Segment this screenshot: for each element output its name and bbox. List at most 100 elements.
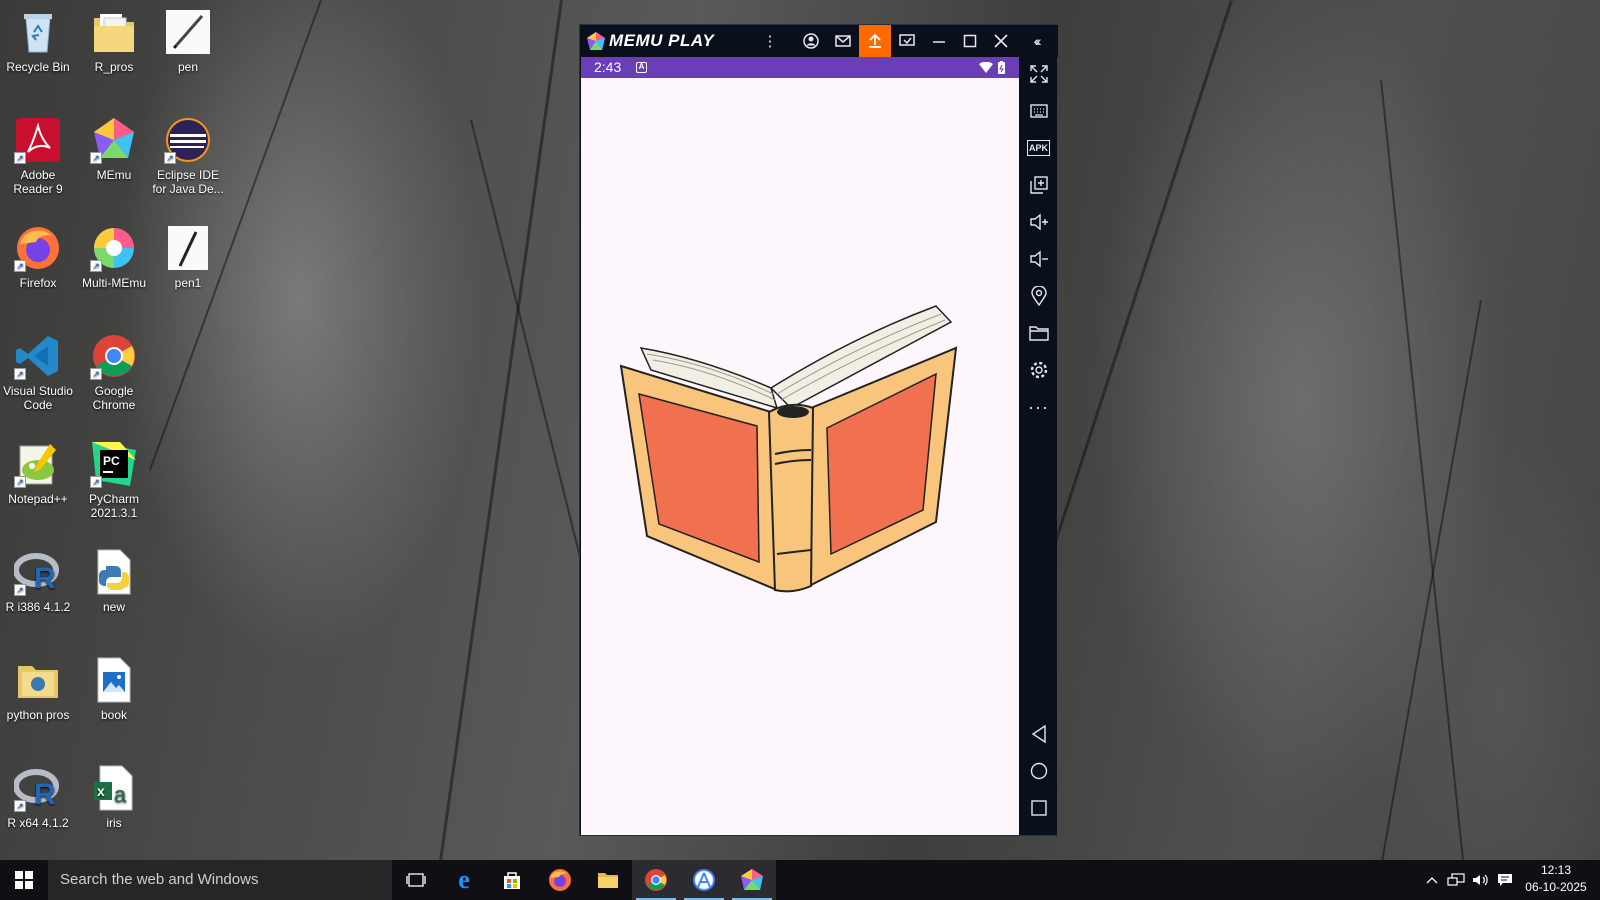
desktop-icon-recycle-bin[interactable]: Recycle Bin [2, 2, 74, 100]
memu-icon: ↗ [90, 116, 138, 164]
desktop-icon-r-i386[interactable]: R ↗ R i386 4.1.2 [2, 542, 74, 640]
image-file-icon [90, 656, 138, 704]
pycharm-icon: PC ↗ [90, 440, 138, 488]
svg-text:x: x [97, 783, 105, 799]
desktop-icon-eclipse[interactable]: ↗ Eclipse IDE for Java De... [152, 110, 224, 208]
excel-file-icon: xa [90, 764, 138, 812]
desktop-icon-new[interactable]: new [78, 542, 150, 640]
memu-icon[interactable] [728, 860, 776, 900]
adobe-reader-icon: ↗ [14, 116, 62, 164]
desktop-icon-label: python pros [6, 708, 70, 722]
folder-icon [90, 8, 138, 56]
clock-date: 06-10-2025 [1525, 880, 1587, 894]
desktop-icon-r-x64[interactable]: R ↗ R x64 4.1.2 [2, 758, 74, 856]
image-file-icon [164, 224, 212, 272]
upload-icon[interactable] [859, 25, 891, 57]
wallpaper-crack [434, 0, 563, 892]
desktop-icon-book[interactable]: book [78, 650, 150, 748]
desktop-icon-pen[interactable]: pen [152, 2, 224, 100]
windows-taskbar: Search the web and Windows e 12:13 06-10… [0, 860, 1600, 900]
r-icon: R ↗ [13, 764, 62, 812]
desktop-icon-multi-memu[interactable]: ↗ Multi-MEmu [78, 218, 150, 316]
android-studio-icon[interactable] [680, 860, 728, 900]
multi-window-icon[interactable] [1020, 168, 1057, 202]
action-center-icon[interactable] [1494, 860, 1516, 900]
minimize-icon[interactable] [923, 25, 955, 57]
location-icon[interactable] [1020, 279, 1057, 313]
taskbar-clock[interactable]: 12:13 06-10-2025 [1514, 862, 1598, 896]
fullscreen-icon[interactable] [1020, 57, 1057, 91]
desktop-icon-label: Firefox [19, 276, 57, 290]
store-icon[interactable] [488, 860, 536, 900]
r-icon: R ↗ [13, 548, 62, 596]
screen-record-icon[interactable] [891, 25, 923, 57]
show-hidden-icons-icon[interactable] [1421, 860, 1443, 900]
desktop-icon-memu[interactable]: ↗ MEmu [78, 110, 150, 208]
android-statusbar: 2:43 A [581, 57, 1019, 78]
desktop-icon-label: Visual Studio Code [3, 384, 73, 412]
edge-icon[interactable]: e [440, 860, 488, 900]
volume-up-icon[interactable] [1020, 205, 1057, 239]
account-icon[interactable] [795, 25, 827, 57]
desktop-icon-label: PyCharm 2021.3.1 [88, 492, 139, 520]
notepadpp-icon: ↗ [14, 440, 62, 488]
apk-icon[interactable]: APK [1020, 131, 1057, 165]
android-app-screen[interactable] [581, 78, 1019, 835]
desktop-icon-pen1[interactable]: pen1 [152, 218, 224, 316]
maximize-icon[interactable] [954, 25, 986, 57]
firefox-icon: ↗ [14, 224, 62, 272]
collapse-sidebar-icon[interactable]: ‹‹‹ [1020, 25, 1052, 57]
svg-text:R: R [34, 778, 56, 811]
desktop-icon-firefox[interactable]: ↗ Firefox [2, 218, 74, 316]
firefox-icon[interactable] [536, 860, 584, 900]
python-file-icon [90, 548, 138, 596]
desktop-icon-google-chrome[interactable]: ↗ Google Chrome [78, 326, 150, 424]
windows-logo-icon [15, 871, 33, 889]
more-icon[interactable]: ··· [1020, 390, 1057, 424]
desktop-icon-r-pros[interactable]: R_pros [78, 2, 150, 100]
open-book-illustration [619, 305, 958, 593]
chrome-icon[interactable] [632, 860, 680, 900]
memu-logo: MEMU PLAY [586, 31, 714, 51]
desktop-icon-iris[interactable]: xa iris [78, 758, 150, 856]
wallpaper-crack [1375, 300, 1482, 892]
wallpaper-crack [1044, 0, 1233, 572]
desktop-icon-label: pen [177, 60, 199, 74]
mail-icon[interactable] [827, 25, 859, 57]
emulator-titlebar[interactable]: MEMU PLAY ⋮ ‹‹‹ [580, 25, 1058, 57]
desktop-icon-label: R i386 4.1.2 [5, 600, 71, 614]
home-icon[interactable] [1020, 754, 1057, 788]
folder-icon[interactable] [1020, 316, 1057, 350]
desktop-icon-python-pros[interactable]: python pros [2, 650, 74, 748]
desktop-icon-label: Google Chrome [92, 384, 136, 412]
recents-icon[interactable] [1020, 791, 1057, 825]
start-button[interactable] [0, 860, 48, 900]
desktop-icon-adobe-reader[interactable]: ↗ Adobe Reader 9 [2, 110, 74, 208]
desktop-icon-pycharm[interactable]: PC ↗ PyCharm 2021.3.1 [78, 434, 150, 532]
back-icon[interactable] [1020, 717, 1057, 751]
file-explorer-icon[interactable] [584, 860, 632, 900]
kebab-menu-icon[interactable]: ⋮ [754, 25, 786, 57]
desktop-icon-vscode[interactable]: ↗ Visual Studio Code [2, 326, 74, 424]
task-view-icon[interactable] [392, 860, 440, 900]
desktop-icon-notepadpp[interactable]: ↗ Notepad++ [2, 434, 74, 532]
desktop-icon-label: R_pros [94, 60, 134, 74]
apk-label: APK [1026, 140, 1050, 156]
clock-time: 12:13 [1540, 863, 1572, 877]
desktop-icon-label: Adobe Reader 9 [13, 168, 63, 196]
volume-icon[interactable] [1469, 860, 1493, 900]
desktop-icon-label: R x64 4.1.2 [7, 816, 69, 830]
chrome-icon: ↗ [90, 332, 138, 380]
desktop-icon-label: Multi-MEmu [81, 276, 146, 290]
recycle-bin-icon [14, 8, 62, 56]
desktop-icon-label: new [102, 600, 125, 614]
emulator-sidebar: APK ··· [1020, 57, 1057, 835]
desktop-icon-label: iris [106, 816, 122, 830]
taskbar-search-input[interactable]: Search the web and Windows [48, 860, 392, 900]
close-icon[interactable] [985, 25, 1017, 57]
settings-icon[interactable] [1020, 353, 1057, 387]
memu-emulator-window: MEMU PLAY ⋮ ‹‹‹ 2:43 A APK ··· [579, 24, 1058, 836]
network-icon[interactable] [1444, 860, 1468, 900]
keyboard-icon[interactable] [1020, 94, 1057, 128]
volume-down-icon[interactable] [1020, 242, 1057, 276]
